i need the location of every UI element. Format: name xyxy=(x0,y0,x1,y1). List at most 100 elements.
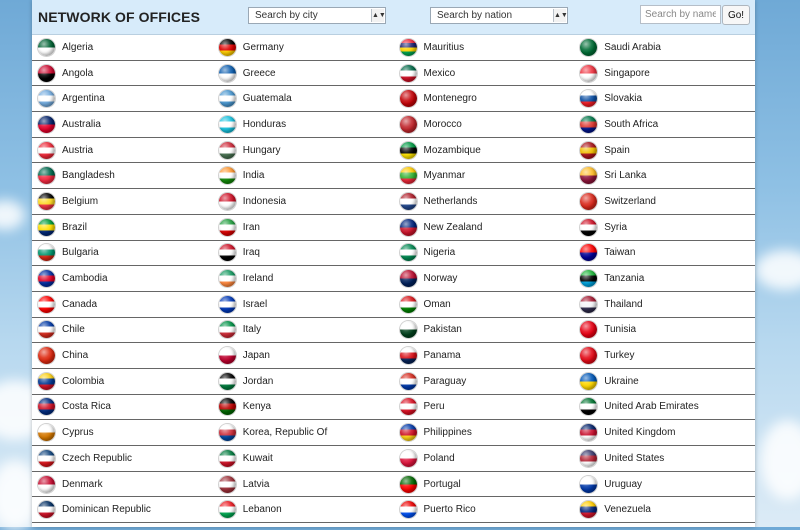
country-link[interactable]: Paraguay xyxy=(394,369,575,394)
country-link[interactable]: Ukraine xyxy=(574,369,755,394)
country-link[interactable]: Czech Republic xyxy=(32,446,213,471)
country-link[interactable]: Nigeria xyxy=(394,241,575,266)
country-link[interactable]: Pakistan xyxy=(394,318,575,343)
city-select[interactable]: Search by city ▲▼ xyxy=(248,7,386,24)
country-link[interactable]: Tanzania xyxy=(574,266,755,291)
flag-icon xyxy=(38,218,55,236)
country-link[interactable]: Bangladesh xyxy=(32,163,213,188)
country-row: Colombia Jordan Paraguay Ukraine xyxy=(32,369,755,395)
country-name: Israel xyxy=(242,298,268,310)
country-link[interactable]: Myanmar xyxy=(394,163,575,188)
country-link[interactable]: Denmark xyxy=(32,472,213,497)
country-link[interactable]: Canada xyxy=(32,292,213,317)
country-link[interactable]: Ireland xyxy=(213,266,394,291)
country-link[interactable]: Cambodia xyxy=(32,266,213,291)
country-link[interactable]: Switzerland xyxy=(574,189,755,214)
country-link[interactable]: Indonesia xyxy=(213,189,394,214)
country-link[interactable]: Latvia xyxy=(213,472,394,497)
country-link[interactable]: Spain xyxy=(574,138,755,163)
country-link[interactable]: China xyxy=(32,343,213,368)
country-name: Brazil xyxy=(62,221,88,233)
country-link[interactable]: Hungary xyxy=(213,138,394,163)
country-link[interactable]: Mauritius xyxy=(394,35,575,60)
flag-icon xyxy=(218,475,236,493)
country-link[interactable]: Dominican Republic xyxy=(32,497,213,522)
country-link[interactable]: Norway xyxy=(394,266,575,291)
country-link[interactable]: Korea, Republic Of xyxy=(213,420,394,445)
country-link[interactable]: Japan xyxy=(213,343,394,368)
country-link[interactable]: Uruguay xyxy=(574,472,755,497)
flag-icon xyxy=(218,449,236,467)
country-link[interactable]: Puerto Rico xyxy=(394,497,575,522)
country-link[interactable]: Slovakia xyxy=(574,86,755,111)
country-link[interactable]: Netherlands xyxy=(394,189,575,214)
country-link[interactable]: Sri Lanka xyxy=(574,163,755,188)
country-name: Lebanon xyxy=(242,504,282,516)
country-link[interactable]: Philippines xyxy=(394,420,575,445)
country-link[interactable]: Mozambique xyxy=(394,138,575,163)
country-link[interactable]: Mexico xyxy=(394,61,575,86)
country-link[interactable]: Belgium xyxy=(32,189,213,214)
country-link[interactable]: Montenegro xyxy=(394,86,575,111)
go-button[interactable]: Go! xyxy=(722,5,750,25)
country-link[interactable]: Algeria xyxy=(32,35,213,60)
country-link[interactable]: Kenya xyxy=(213,395,394,420)
country-link[interactable]: Costa Rica xyxy=(32,395,213,420)
country-link[interactable]: Tunisia xyxy=(574,318,755,343)
country-link[interactable]: Angola xyxy=(32,61,213,86)
country-row: Austria Hungary Mozambique Spain xyxy=(32,138,755,164)
country-name: Jordan xyxy=(242,375,274,387)
country-link[interactable]: Thailand xyxy=(574,292,755,317)
country-name: Ukraine xyxy=(604,375,639,387)
country-link[interactable]: Saudi Arabia xyxy=(574,35,755,60)
flag-icon xyxy=(580,295,598,313)
country-link[interactable]: Cyprus xyxy=(32,420,213,445)
country-link[interactable]: Venezuela xyxy=(574,497,755,522)
country-link[interactable]: Jordan xyxy=(213,369,394,394)
country-link[interactable]: Panama xyxy=(394,343,575,368)
country-link[interactable]: Guatemala xyxy=(213,86,394,111)
country-link[interactable]: Iran xyxy=(213,215,394,240)
country-link[interactable]: South Africa xyxy=(574,112,755,137)
country-link[interactable]: Turkey xyxy=(574,343,755,368)
country-link[interactable]: United Kingdom xyxy=(574,420,755,445)
country-link[interactable]: Israel xyxy=(213,292,394,317)
country-name: Iran xyxy=(242,221,260,233)
search-by-name-input[interactable] xyxy=(640,5,721,24)
country-link[interactable]: Syria xyxy=(574,215,755,240)
country-link[interactable]: Germany xyxy=(213,35,394,60)
nation-select[interactable]: Search by nation ▲▼ xyxy=(430,7,568,24)
country-link[interactable]: Australia xyxy=(32,112,213,137)
country-link[interactable]: Chile xyxy=(32,318,213,343)
country-link[interactable]: Honduras xyxy=(213,112,394,137)
country-link[interactable]: Taiwan xyxy=(574,241,755,266)
country-link[interactable]: Kuwait xyxy=(213,446,394,471)
flag-icon xyxy=(38,115,55,133)
country-name: Paraguay xyxy=(423,375,467,387)
country-link[interactable]: Lebanon xyxy=(213,497,394,522)
country-link[interactable]: Brazil xyxy=(32,215,213,240)
country-link[interactable]: New Zealand xyxy=(394,215,575,240)
country-link[interactable]: United States xyxy=(574,446,755,471)
country-link[interactable]: Iraq xyxy=(213,241,394,266)
flag-icon xyxy=(580,449,598,467)
country-link[interactable]: Argentina xyxy=(32,86,213,111)
country-link[interactable]: Portugal xyxy=(394,472,575,497)
country-link[interactable]: Singapore xyxy=(574,61,755,86)
country-link[interactable]: Oman xyxy=(394,292,575,317)
country-link[interactable]: United Arab Emirates xyxy=(574,395,755,420)
country-link[interactable]: India xyxy=(213,163,394,188)
country-link[interactable]: Austria xyxy=(32,138,213,163)
flag-icon xyxy=(399,90,417,108)
flag-icon xyxy=(580,64,598,82)
country-name: Honduras xyxy=(242,118,287,130)
country-link[interactable]: Greece xyxy=(213,61,394,86)
country-link[interactable]: Poland xyxy=(394,446,575,471)
country-row: Angola Greece Mexico Singapore xyxy=(32,61,755,87)
country-link[interactable]: Morocco xyxy=(394,112,575,137)
country-link[interactable]: Bulgaria xyxy=(32,241,213,266)
country-link[interactable]: Peru xyxy=(394,395,575,420)
country-link[interactable]: Colombia xyxy=(32,369,213,394)
cloud xyxy=(755,250,800,290)
country-link[interactable]: Italy xyxy=(213,318,394,343)
